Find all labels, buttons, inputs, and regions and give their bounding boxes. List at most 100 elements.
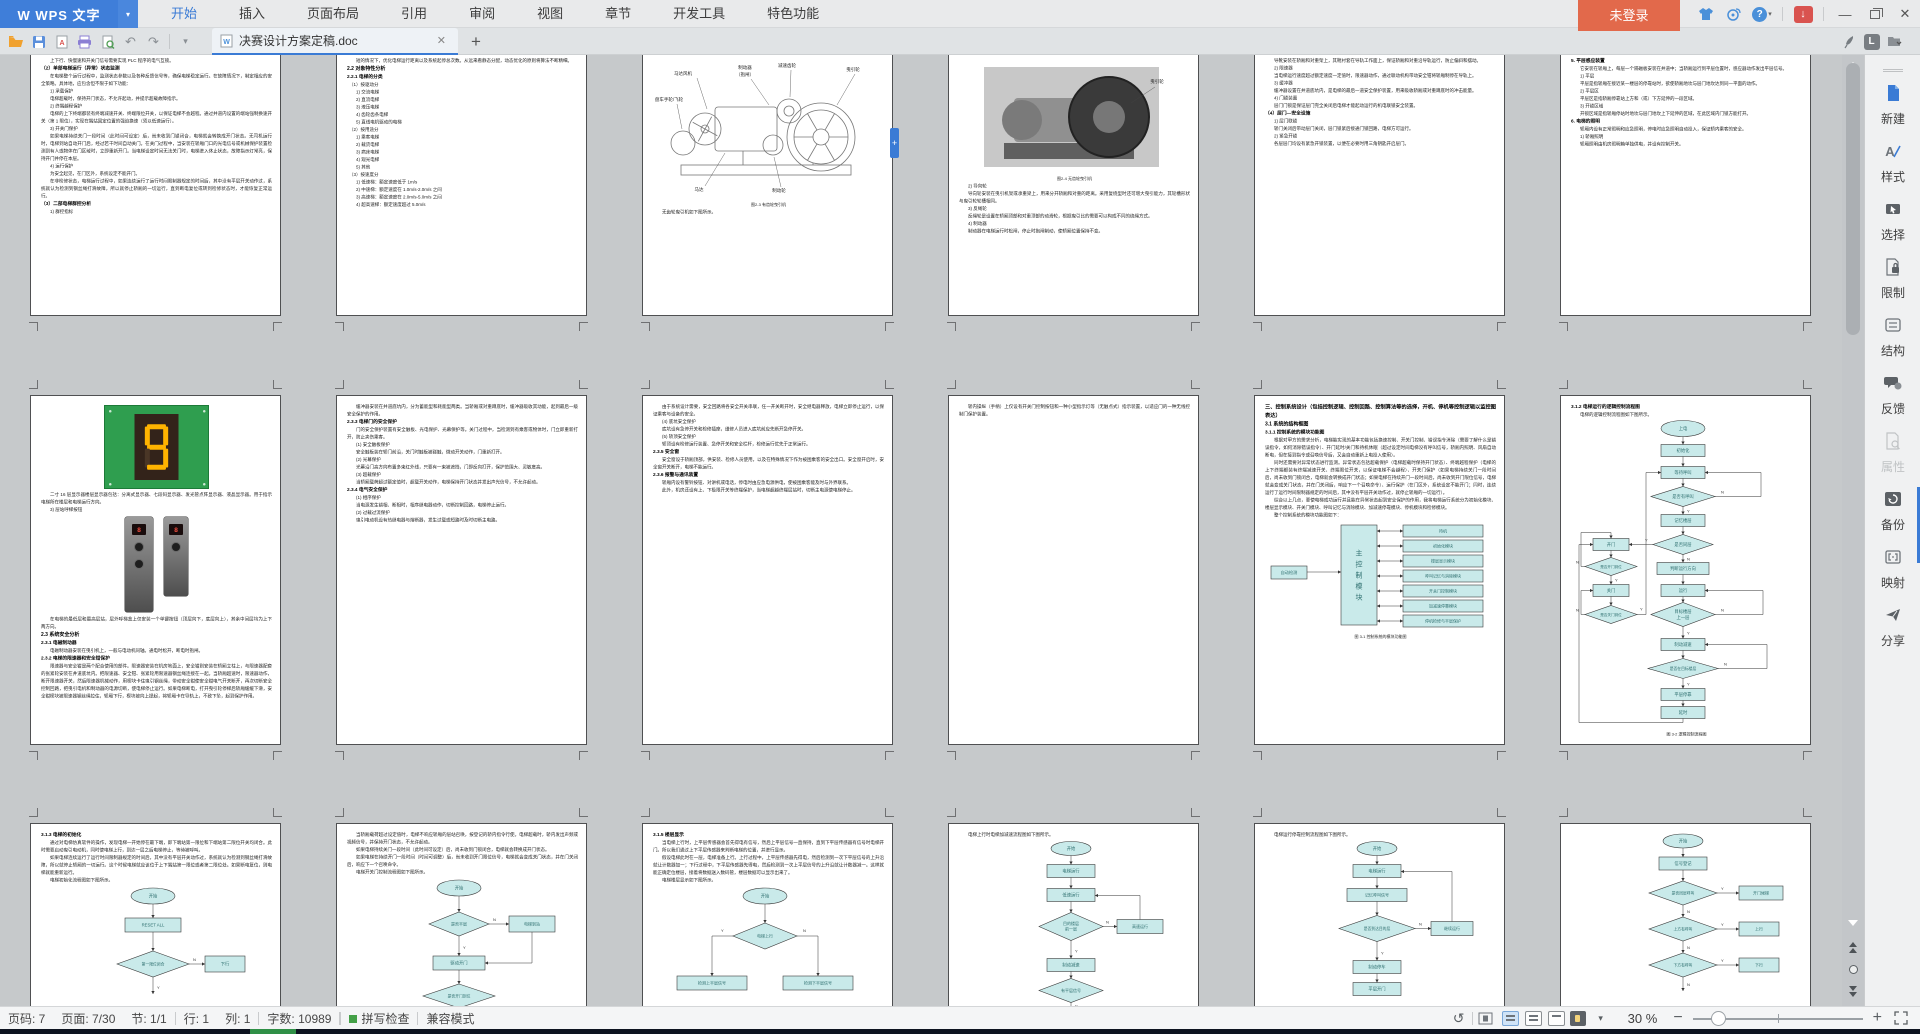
sidebar-item-1[interactable]: 新建 xyxy=(1865,76,1920,134)
sidebar-item-8[interactable]: 备份 xyxy=(1865,482,1920,540)
sidebar-drag-handle[interactable] xyxy=(1883,69,1903,72)
scrollbar-thumb[interactable] xyxy=(1846,63,1860,335)
menu-tab-7[interactable]: 章节 xyxy=(584,0,652,28)
heading: 1) 乘客电梯 xyxy=(347,134,578,142)
svg-text:待机: 待机 xyxy=(1439,527,1447,533)
skin-icon[interactable] xyxy=(1695,4,1717,24)
toolbar-dropdown-icon[interactable]: ▾ xyxy=(175,31,196,52)
open-file-icon[interactable] xyxy=(5,31,26,52)
web-view-icon[interactable] xyxy=(1548,1011,1565,1026)
zoom-in-button[interactable]: + xyxy=(1867,1009,1888,1027)
page-leveling[interactable]: 5. 平层感应装置它安装在轿厢上，每层一个隔磁板安装在井道中；当轿厢运行到平层位… xyxy=(1560,55,1811,316)
ink-pen-icon[interactable] xyxy=(1838,31,1859,52)
save-icon[interactable] xyxy=(28,31,49,52)
sidebar-item-3[interactable]: 选择 xyxy=(1865,192,1920,250)
tab-close-icon[interactable]: ✕ xyxy=(433,34,450,47)
fullscreen-icon[interactable] xyxy=(1890,1009,1912,1027)
minimize-button[interactable]: — xyxy=(1830,0,1860,28)
document-canvas[interactable]: 上下行、快慢速和开关门信号需要实现 PLC 程序的电气互锁。（2）单部电梯运行（… xyxy=(0,55,1842,1006)
figure-caption: 图2-3 有齿轮曳引机 xyxy=(653,202,884,209)
menu-tab-2[interactable]: 插入 xyxy=(218,0,286,28)
sidebar-item-4[interactable]: 限制 xyxy=(1865,250,1920,308)
status-item-1[interactable]: 页码: 7 xyxy=(0,1010,53,1027)
page-text-plc[interactable]: 上下行、快慢速和开关门信号需要实现 PLC 程序的电气互锁。（2）单部电梯运行（… xyxy=(30,55,281,316)
fit-page-icon[interactable] xyxy=(1475,1009,1497,1027)
status-item-3[interactable]: 节: 1/1 xyxy=(123,1010,174,1027)
print-preview-icon[interactable] xyxy=(97,31,118,52)
download-upgrade-icon[interactable]: ↓ xyxy=(1792,4,1814,24)
menu-tab-8[interactable]: 开发工具 xyxy=(652,0,746,28)
page-control-design[interactable]: 三、控制系统设计（包括控制逻辑、控制回路、控制算法等的选择，开机、停机等控制逻辑… xyxy=(1254,395,1505,745)
page-sparse-text[interactable]: 轿内操纵（手柄）上仅设有开关门控制按钮和一种小型指示灯等（无触点式）指示装置，以… xyxy=(948,395,1199,745)
restore-button[interactable] xyxy=(1860,0,1890,28)
print-icon[interactable] xyxy=(74,31,95,52)
menu-tab-6[interactable]: 视图 xyxy=(516,0,584,28)
status-item-5[interactable]: 列: 1 xyxy=(217,1010,258,1027)
sidebar-item-2[interactable]: A样式 xyxy=(1865,134,1920,192)
heading: 3) 缓冲器 xyxy=(1265,80,1496,88)
logo-dropdown-caret[interactable]: ▾ xyxy=(118,0,138,28)
new-tab-button[interactable]: + xyxy=(464,30,488,53)
login-button[interactable]: 未登录 xyxy=(1578,0,1680,31)
svg-text:Y: Y xyxy=(1645,538,1648,543)
sidebar-item-5[interactable]: 结构 xyxy=(1865,308,1920,366)
page-direction-flow[interactable]: 开始信号登记是否同层呼叫开门候梯上方有呼叫上行下方有呼叫下行YNYNYN xyxy=(1560,823,1811,1006)
eye-protect-icon[interactable] xyxy=(1570,1011,1586,1026)
insert-blank-page-button[interactable]: + xyxy=(890,128,899,158)
sidebar-item-6[interactable]: 反馈 xyxy=(1865,366,1920,424)
page-safety-parts[interactable]: 导靴安装在轿厢和对重架上，其靴衬套在导轨工作面上，保证轿厢和对重沿导轨运行，防止… xyxy=(1254,55,1505,316)
page-init-flow[interactable]: 3.1.3 电梯的初始化通过对电梯仿真软件的操作，发现电梯一开始停在最下端，即下… xyxy=(30,823,281,1006)
spellcheck-status[interactable]: 拼写检查 xyxy=(341,1010,417,1027)
history-icon[interactable]: ↺ xyxy=(1448,1009,1470,1027)
help-icon[interactable]: ?▾ xyxy=(1751,4,1773,24)
page-view-icon[interactable] xyxy=(1502,1011,1519,1026)
page-traction-diagram[interactable]: 马达风机制动器（抱闸）减速齿轮曳引轮盘车手轮/飞轮马达制动轮图2-3 有齿轮曳引… xyxy=(642,55,893,316)
zoom-slider[interactable] xyxy=(1693,1010,1863,1026)
undo-icon[interactable]: ↶ xyxy=(120,31,141,52)
menu-tab-1[interactable]: 开始 xyxy=(150,0,218,28)
menu-tab-3[interactable]: 页面布局 xyxy=(286,0,380,28)
menu-tab-4[interactable]: 引用 xyxy=(380,0,448,28)
select-browse-object-icon[interactable] xyxy=(1842,959,1864,979)
page-corner-mark xyxy=(1803,380,1812,389)
page-door-flow[interactable]: 当轿厢载荷超过设定值时，电梯不响应轿厢的层站召唤，按登记的轿内指令行使。电梯超载… xyxy=(336,823,587,1006)
folder-arrow-icon[interactable] xyxy=(1884,31,1905,52)
heading: 5. 平层感应装置 xyxy=(1571,57,1802,65)
sidebar-item-10[interactable]: 分享 xyxy=(1865,598,1920,656)
page-gearless-photo[interactable]: 曳引轮图2-4 无齿轮曳引机2) 导向轮导向轮安装在曳引机架或承重梁上，用来分开… xyxy=(948,55,1199,316)
outline-view-icon[interactable] xyxy=(1525,1011,1542,1026)
page-classification[interactable]: 短的情况下，优化电梯运行距离以及系统起停总次数。从远来看静态分配，动态优化的原则… xyxy=(336,55,587,316)
sidebar-item-9[interactable]: 映射 xyxy=(1865,540,1920,598)
page-speed-flow[interactable]: 电梯上行时电梯加减速流程图如下图所示。开始电梯运行低速运行目的楼层前一层高速运行… xyxy=(948,823,1199,1006)
export-pdf-icon[interactable]: A xyxy=(51,31,72,52)
status-item-2[interactable]: 页面: 7/30 xyxy=(53,1010,123,1027)
svg-text:N: N xyxy=(1721,608,1724,613)
status-item-6[interactable]: 字数: 10989 xyxy=(259,1010,339,1027)
page-floor-display[interactable]: 3.1.5 楼层显示当电梯上行时，上平层传感器会首先得电有信号，然后上平层信号一… xyxy=(642,823,893,1006)
page-safety-window[interactable]: 由于系统设计需要，安全回路将各安全开关串联，任一开关断开时，安全继电器释放，电梯… xyxy=(642,395,893,745)
status-item-4[interactable]: 行: 1 xyxy=(176,1010,217,1027)
svg-text:制动减速: 制动减速 xyxy=(1674,641,1692,648)
svg-text:N: N xyxy=(1721,490,1724,495)
zoom-slider-knob[interactable] xyxy=(1711,1011,1726,1026)
page-display-buttons[interactable]: 二寸 16 层显示器楼层显示器包括：分离式显示器、七段码显示器、发光管点阵显示器… xyxy=(30,395,281,745)
vertical-scrollbar[interactable] xyxy=(1842,55,1864,1006)
heading: 2) 直流电梯 xyxy=(347,96,578,104)
wps-logo[interactable]: W WPS 文字 xyxy=(0,0,118,28)
weibo-icon[interactable] xyxy=(1723,4,1745,24)
page-door-protect[interactable]: 缓冲器安装在井道底坑内，分为蓄能型和耗能型两类。当轿厢或对重蹲底时，缓冲器吸收其… xyxy=(336,395,587,745)
menu-tab-5[interactable]: 审阅 xyxy=(448,0,516,28)
zoom-out-button[interactable]: − xyxy=(1667,1009,1688,1027)
page-run-flow[interactable]: 电梯运行停靠控制流程图如下图所示。开始电梯运行记忆呼叫信号是否到达目的层继续运行… xyxy=(1254,823,1505,1006)
close-button[interactable]: ✕ xyxy=(1890,0,1920,28)
svg-text:等待呼叫: 等待呼叫 xyxy=(1674,469,1691,476)
redo-icon[interactable]: ↷ xyxy=(143,31,164,52)
view-dropdown-caret[interactable]: ▾ xyxy=(1590,1009,1612,1027)
layout-mode-icon[interactable]: L xyxy=(1861,31,1882,52)
next-page-icon[interactable] xyxy=(1842,981,1864,1001)
previous-page-icon[interactable] xyxy=(1842,937,1864,957)
page-logic-flow[interactable]: 3.1.2 电梯运行的逻辑控制流程图电梯的逻辑控制流程图如下图所示。上电初始化等… xyxy=(1560,395,1811,745)
menu-tab-9[interactable]: 特色功能 xyxy=(746,0,840,28)
scroll-down-icon[interactable] xyxy=(1842,913,1864,933)
document-tab[interactable]: W 决赛设计方案定稿.doc ✕ xyxy=(212,28,458,55)
